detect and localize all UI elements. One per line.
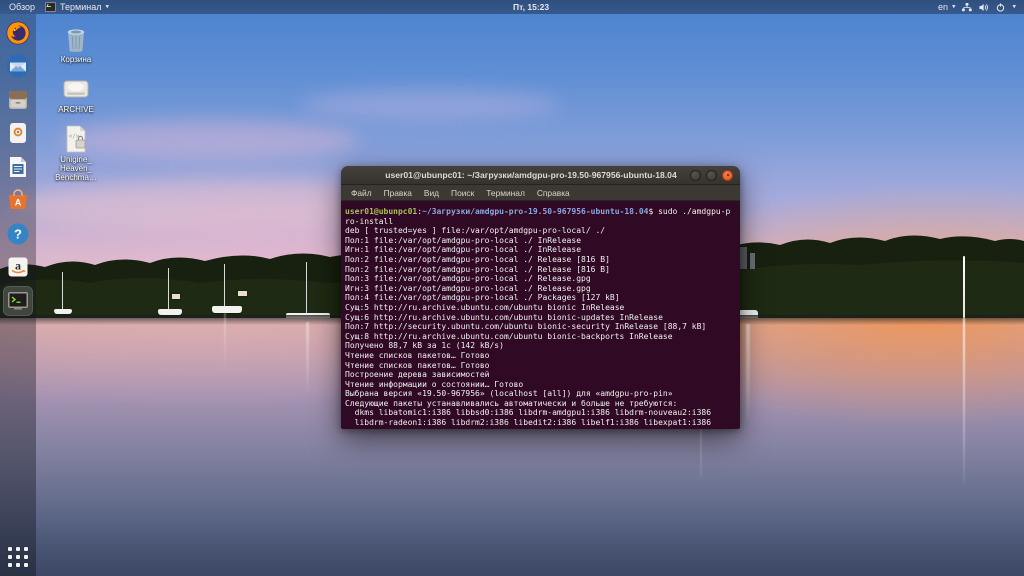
label-line: Unigine_ xyxy=(60,155,92,164)
wallpaper-boat-reflection xyxy=(746,324,750,419)
trash-icon xyxy=(61,24,91,54)
desktop-icon-label: Unigine_ Heaven_ Benchma… xyxy=(55,155,97,182)
terminal-line: Сущ:5 http://ru.archive.ubuntu.com/ubunt… xyxy=(345,302,625,312)
sailboat xyxy=(212,306,242,313)
terminal-line: Чтение списков пакетов… Готово xyxy=(345,350,490,360)
activities-button[interactable]: Обзор xyxy=(9,0,35,14)
terminal-line: Выбрана версия «19.50-967956» (localhost… xyxy=(345,389,673,399)
power-icon[interactable] xyxy=(996,2,1005,12)
desktop-icon-unigine-file[interactable]: </> Unigine_ Heaven_ Benchma… xyxy=(44,124,108,182)
sailboat xyxy=(54,309,72,314)
top-bar: Обзор Терминал ▾ Пт, 15:23 en ▾ ▾ xyxy=(0,0,1024,14)
terminal-line: Чтение списков пакетов… Готово xyxy=(345,360,490,370)
keyboard-layout-label: en xyxy=(937,2,948,12)
terminal-line: Игн:3 file:/var/opt/amdgpu-pro-local ./ … xyxy=(345,283,591,293)
terminal-line: Пол:7 http://security.ubuntu.com/ubuntu … xyxy=(345,322,707,332)
dock: A ? a xyxy=(0,14,36,576)
terminal-line: dkms libatomic1:i386 libbsd0:i386 libdrm… xyxy=(345,408,712,418)
desktop-icon-label: Корзина xyxy=(60,55,92,64)
menu-item-4[interactable]: Терминал xyxy=(481,186,530,200)
terminal-output[interactable]: user01@ubunpc01:~/Загрузки/amdgpu-pro-19… xyxy=(341,201,740,429)
terminal-menubar: Файл Правка Вид Поиск Терминал Справка xyxy=(341,185,740,201)
sailboat-mast xyxy=(306,262,307,314)
thunderbird-icon[interactable] xyxy=(3,51,33,81)
rhythmbox-icon[interactable] xyxy=(3,118,33,148)
show-applications-icon[interactable] xyxy=(5,544,31,570)
drive-icon xyxy=(61,74,91,104)
files-icon[interactable] xyxy=(3,85,33,115)
terminal-line: Пол:3 file:/var/opt/amdgpu-pro-local ./ … xyxy=(345,274,591,284)
system-menu-chevron-icon[interactable]: ▾ xyxy=(1012,3,1016,11)
help-icon[interactable]: ? xyxy=(3,219,33,249)
wallpaper-house xyxy=(238,291,247,296)
terminal-line: Получено 88,7 kB за 1с (142 kB/s) xyxy=(345,341,504,351)
activities-label: Обзор xyxy=(9,2,35,12)
wallpaper-pole xyxy=(963,256,965,318)
terminal-line: deb [ trusted=yes ] file:/var/opt/amdgpu… xyxy=(345,226,606,236)
terminal-line: Пол:2 file:/var/opt/amdgpu-pro-local ./ … xyxy=(345,264,610,274)
sailboat-mast xyxy=(224,264,225,307)
menu-item-3[interactable]: Поиск xyxy=(446,186,479,200)
terminal-line: Чтение информации о состоянии… Готово xyxy=(345,379,524,389)
terminal-line: Сущ:6 http://ru.archive.ubuntu.com/ubunt… xyxy=(345,312,663,322)
svg-text:A: A xyxy=(15,198,22,208)
svg-text:a: a xyxy=(15,259,21,273)
network-wired-icon[interactable] xyxy=(962,2,973,12)
label-line: Benchma… xyxy=(55,173,97,182)
desktop-icon-column: Корзина ARCHIVE </> Unigine_ Heaven_ Ben… xyxy=(44,24,108,182)
window-controls xyxy=(681,169,740,181)
window-title: user01@ubunpc01: ~/Загрузки/amdgpu-pro-1… xyxy=(385,170,677,180)
menu-item-1[interactable]: Правка xyxy=(379,186,417,200)
wallpaper-pole-reflection xyxy=(963,318,965,483)
app-menu-label: Терминал xyxy=(60,2,102,12)
wallpaper-boat-reflection xyxy=(224,313,226,368)
desktop-icon-archive[interactable]: ARCHIVE xyxy=(44,74,108,114)
menu-item-5[interactable]: Справка xyxy=(532,186,575,200)
terminal-line: Построение дерева зависимостей xyxy=(345,370,490,380)
clock[interactable]: Пт, 15:23 xyxy=(513,0,549,14)
terminal-line: user01@ubunpc01:~/Загрузки/amdgpu-pro-19… xyxy=(345,207,731,216)
terminal-titlebar[interactable]: user01@ubunpc01: ~/Загрузки/amdgpu-pro-1… xyxy=(341,166,740,185)
firefox-icon[interactable] xyxy=(3,18,33,48)
ubuntu-software-icon[interactable]: A xyxy=(3,185,33,215)
volume-icon[interactable] xyxy=(979,3,989,12)
minimize-button[interactable] xyxy=(690,169,701,181)
menu-item-2[interactable]: Вид xyxy=(419,186,444,200)
svg-text:?: ? xyxy=(14,226,22,241)
terminal-line: Пол:2 file:/var/opt/amdgpu-pro-local ./ … xyxy=(345,254,610,264)
sailboat-mast xyxy=(168,268,169,310)
terminal-line: libdrm-radeon1:i386 libdrm2:i386 libedit… xyxy=(345,418,712,428)
terminal-icon[interactable] xyxy=(3,285,33,316)
wallpaper-boat-reflection xyxy=(306,322,309,392)
terminal-line: Следующие пакеты устанавливались автомат… xyxy=(345,398,678,408)
sailboat-mast xyxy=(62,272,63,310)
script-file-icon: </> xyxy=(61,124,91,154)
label-line: Heaven_ xyxy=(59,164,92,173)
close-button[interactable] xyxy=(722,169,733,181)
terminal-window: user01@ubunpc01: ~/Загрузки/amdgpu-pro-1… xyxy=(341,166,740,429)
terminal-line: Пол:4 file:/var/opt/amdgpu-pro-local ./ … xyxy=(345,293,620,303)
maximize-button[interactable] xyxy=(706,169,717,181)
chevron-down-icon: ▾ xyxy=(105,3,109,11)
desktop-icon-label: ARCHIVE xyxy=(58,105,94,114)
libreoffice-writer-icon[interactable] xyxy=(3,152,33,182)
terminal-line: Сущ:8 http://ru.archive.ubuntu.com/ubunt… xyxy=(345,331,673,341)
app-menu[interactable]: Терминал ▾ xyxy=(45,0,109,14)
amazon-icon[interactable]: a xyxy=(3,252,33,282)
terminal-line: Игн:1 file:/var/opt/amdgpu-pro-local ./ … xyxy=(345,245,582,255)
terminal-app-icon xyxy=(45,2,56,12)
menu-item-0[interactable]: Файл xyxy=(346,186,377,200)
terminal-line: ro-install xyxy=(345,216,394,226)
wallpaper-cloud xyxy=(300,90,560,120)
keyboard-layout-menu[interactable]: en ▾ xyxy=(938,0,956,14)
desktop-icon-trash[interactable]: Корзина xyxy=(44,24,108,64)
wallpaper-house xyxy=(172,294,180,299)
chevron-down-icon: ▾ xyxy=(951,3,956,11)
terminal-line: Пол:1 file:/var/opt/amdgpu-pro-local ./ … xyxy=(345,235,582,245)
